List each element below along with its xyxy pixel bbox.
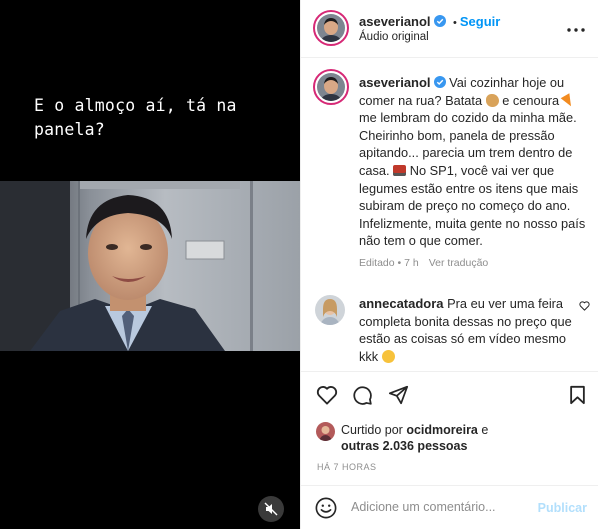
comments-section[interactable]: aseverianol Vai cozinhar hoje ou comer n… <box>301 59 598 371</box>
liked-by-label: Curtido por <box>341 423 403 437</box>
caption-text-4: No SP1, você vai ver que legumes estão e… <box>359 162 586 249</box>
author-avatar[interactable] <box>313 10 349 46</box>
emoji-smiley-icon[interactable] <box>315 497 337 519</box>
author-username[interactable]: aseverianol <box>359 14 431 29</box>
author-avatar-image <box>317 14 345 42</box>
verified-badge-icon <box>433 15 446 27</box>
others-likes-link[interactable]: outras 2.036 pessoas <box>341 439 467 453</box>
publish-button[interactable]: Publicar <box>538 501 587 515</box>
post-timestamp[interactable]: HÁ 7 HORAS <box>317 462 377 472</box>
liker-avatar-image <box>316 422 335 441</box>
train-emoji-icon <box>393 164 407 176</box>
see-translation-link[interactable]: Ver tradução <box>429 257 489 269</box>
post-media[interactable]: E o almoço aí, tá na panela? <box>0 0 300 529</box>
caption-avatar-image <box>317 73 345 101</box>
post-sidebar: aseverianol • Seguir Áudio original asev… <box>300 0 598 529</box>
and-label: e <box>481 423 489 437</box>
mute-button[interactable] <box>258 496 284 522</box>
add-comment-bar: Publicar <box>301 485 598 529</box>
commenter-username[interactable]: annecatadora <box>359 296 444 311</box>
commenter-avatar[interactable] <box>315 295 345 325</box>
caption-meta: Editado • 7 h Ver tradução <box>359 255 591 273</box>
comment-input[interactable] <box>351 500 531 514</box>
video-frame[interactable] <box>0 181 300 351</box>
potato-emoji-icon <box>485 93 499 107</box>
grin-emoji-icon <box>381 349 395 363</box>
edited-label: Editado • 7 h <box>359 256 419 269</box>
action-bar: Curtido por ocidmoreira e outras 2.036 p… <box>301 371 598 485</box>
verified-badge-icon <box>433 76 446 88</box>
carrot-emoji-icon <box>560 92 576 109</box>
comment-like-heart-icon[interactable] <box>579 301 590 311</box>
liked-by-user[interactable]: ocidmoreira <box>406 423 478 437</box>
comment-bubble-icon[interactable] <box>352 385 373 406</box>
caption-username[interactable]: aseverianol <box>359 75 431 90</box>
story-caption: E o almoço aí, tá na panela? <box>34 96 237 139</box>
follow-button[interactable]: Seguir <box>460 14 500 29</box>
caption-text-2: e cenoura <box>502 92 560 108</box>
caption-avatar[interactable] <box>313 69 349 105</box>
like-heart-icon[interactable] <box>316 385 338 405</box>
commenter-avatar-image <box>315 295 345 325</box>
post-header: aseverianol • Seguir Áudio original <box>301 0 598 58</box>
likes-summary: Curtido por ocidmoreira e outras 2.036 p… <box>341 422 591 454</box>
liker-avatar[interactable] <box>316 422 335 441</box>
speaker-muted-icon <box>264 502 278 516</box>
audio-label[interactable]: Áudio original <box>359 31 429 43</box>
more-horizontal-icon <box>567 28 585 32</box>
more-options-button[interactable] <box>567 19 585 37</box>
presenter-image <box>0 181 300 351</box>
save-bookmark-icon[interactable] <box>569 385 586 405</box>
share-paper-plane-icon[interactable] <box>388 385 409 405</box>
dot-separator: • <box>453 17 457 29</box>
